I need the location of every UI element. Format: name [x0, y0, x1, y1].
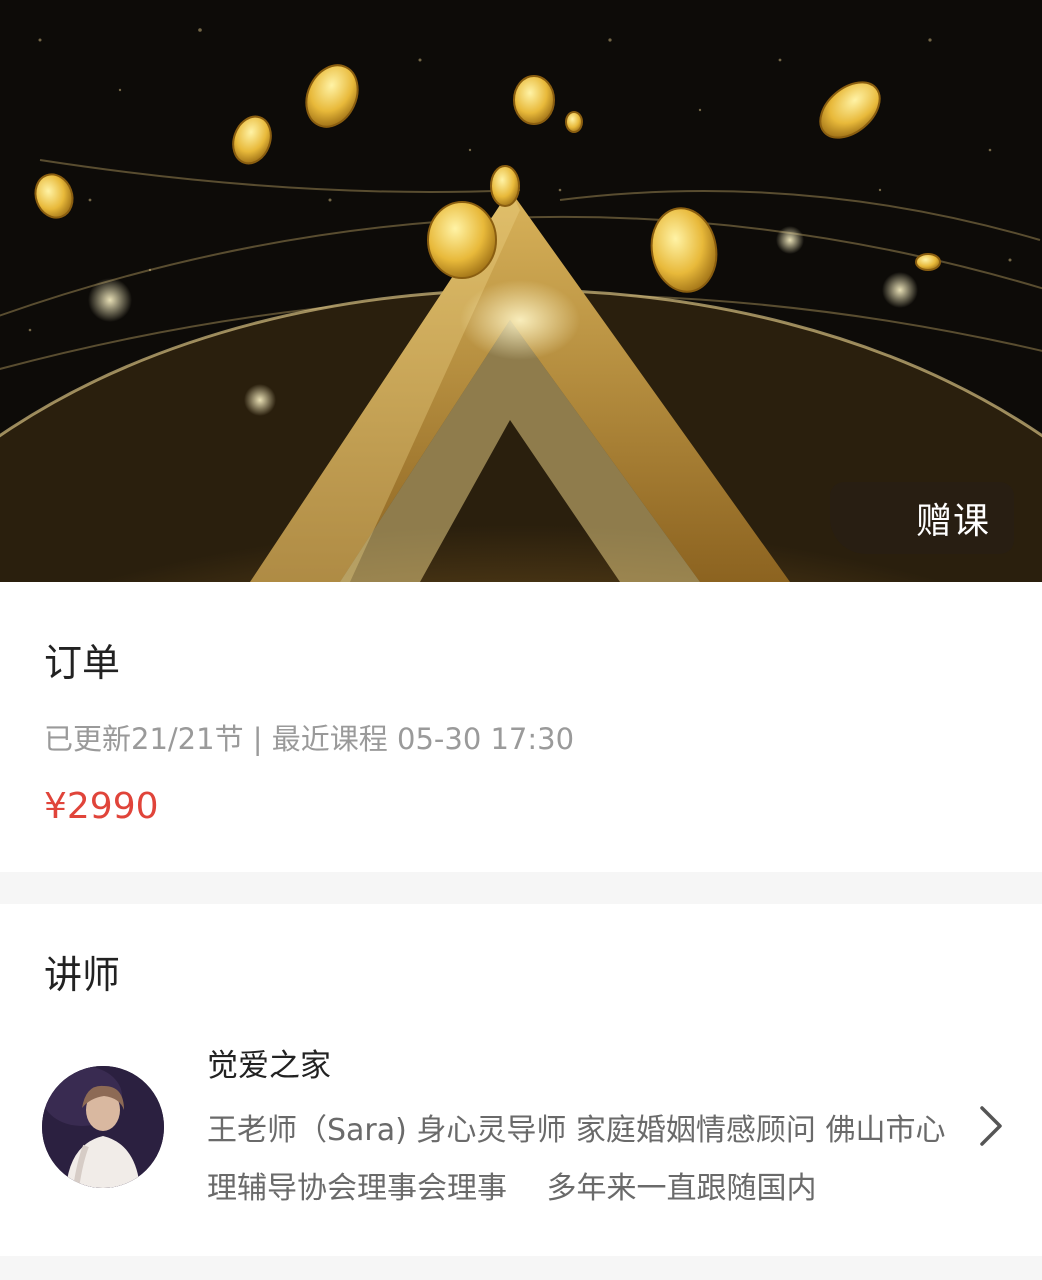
course-update-info: 已更新21/21节 | 最近课程 05-30 17:30 — [44, 722, 575, 756]
lecturer-description: 王老师（Sara) 身心灵导师 家庭婚姻情感顾问 佛山市心理辅导协会理事会理事 … — [207, 1113, 946, 1206]
gift-course-label: 赠课 — [915, 501, 990, 542]
course-price: ¥2990 — [44, 786, 159, 827]
lecturer-avatar[interactable] — [42, 1066, 164, 1188]
gift-course-badge: 赠课 — [830, 482, 1014, 554]
lecturer-name[interactable]: 觉爱之家 — [207, 1040, 331, 1085]
lecturer-section-title: 讲师 — [44, 953, 121, 997]
chevron-right-icon[interactable] — [972, 1104, 1008, 1148]
order-section-title: 订单 — [44, 641, 121, 685]
avatar-photo — [42, 1066, 164, 1188]
course-cover-image: 赠课 — [0, 0, 1042, 582]
